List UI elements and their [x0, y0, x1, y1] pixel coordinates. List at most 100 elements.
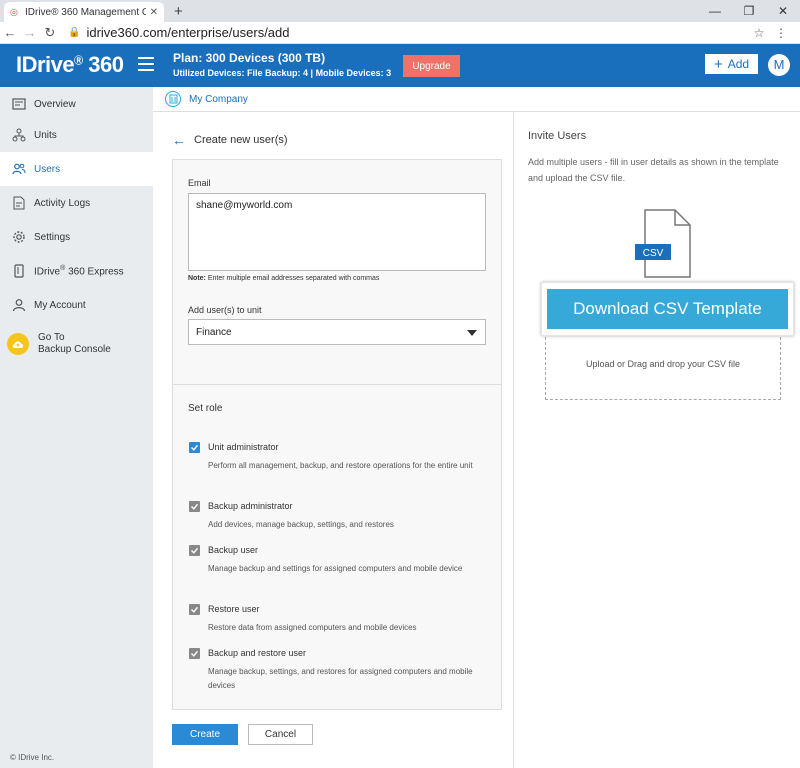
- role-description: Restore data from assigned computers and…: [208, 623, 417, 632]
- utilized-devices: Utilized Devices: File Backup: 4 | Mobil…: [173, 68, 392, 78]
- menu-dots-icon[interactable]: ⋮: [770, 26, 792, 40]
- csv-dropzone[interactable]: Upload or Drag and drop your CSV file: [545, 327, 781, 400]
- unit-select[interactable]: Finance: [188, 319, 486, 345]
- close-tab-icon[interactable]: ✕: [150, 7, 158, 18]
- csv-label: CSV: [643, 248, 664, 259]
- email-label: Email: [188, 178, 211, 188]
- url-field[interactable]: 🔒 idrive360.com/enterprise/users/add: [68, 25, 748, 40]
- goto-line2: Backup Console: [38, 344, 111, 355]
- upload-text: Upload or Drag and drop your CSV file: [585, 359, 741, 369]
- invite-users-description: Add multiple users - fill in user detail…: [528, 157, 779, 183]
- checkbox-checked-icon[interactable]: [189, 604, 200, 615]
- role-title: Backup user: [208, 545, 259, 555]
- breadcrumb: My Company: [153, 87, 800, 112]
- divider: [173, 384, 501, 385]
- reload-icon[interactable]: ↻: [40, 25, 60, 41]
- plus-icon: +: [713, 55, 723, 73]
- app-header: IDriveⓇ 360 Plan: 300 Devices (300 TB) U…: [0, 44, 800, 87]
- sidebar-item-label: Activity Logs: [34, 197, 91, 209]
- person-icon: [12, 298, 26, 312]
- role-description: Add devices, manage backup, settings, an…: [208, 520, 394, 529]
- new-tab-button[interactable]: +: [174, 3, 183, 20]
- breadcrumb-company[interactable]: My Company: [189, 94, 248, 105]
- sidebar-item-units[interactable]: Units: [0, 118, 153, 152]
- idrive-favicon-icon: ◎: [10, 7, 18, 17]
- page-title: Create new user(s): [194, 134, 288, 146]
- sidebar-item-my-account[interactable]: My Account: [0, 288, 153, 322]
- invite-users-panel: Invite Users Add multiple users - fill i…: [513, 112, 800, 768]
- add-button[interactable]: + Add: [705, 54, 758, 74]
- overview-icon: [12, 97, 26, 111]
- cancel-button[interactable]: Cancel: [248, 724, 313, 745]
- browser-tab-title: IDrive® 360 Management Conso: [25, 6, 146, 18]
- gear-icon: [12, 230, 26, 244]
- unit-select-value: Finance: [196, 326, 232, 338]
- logo-registered-mark: Ⓡ: [74, 55, 83, 66]
- maximize-icon[interactable]: ❐: [732, 0, 766, 22]
- sidebar-item-overview[interactable]: Overview: [0, 87, 153, 121]
- checkbox-checked-icon[interactable]: [189, 501, 200, 512]
- back-arrow-icon[interactable]: ←: [172, 132, 186, 148]
- sidebar-item-label: Users: [34, 163, 61, 175]
- users-icon: [12, 162, 26, 176]
- chevron-down-icon: [467, 330, 477, 336]
- page-title-row: ← Create new user(s): [172, 132, 288, 148]
- sidebar-item-express[interactable]: IDrive® 360 Express: [0, 254, 153, 288]
- back-nav-icon[interactable]: ←: [0, 25, 20, 40]
- hamburger-menu-icon[interactable]: [138, 57, 154, 71]
- sidebar-item-activity-logs[interactable]: Activity Logs: [0, 186, 153, 220]
- email-note: Note: Enter multiple email addresses sep…: [188, 275, 380, 282]
- address-bar: ← → ↻ 🔒 idrive360.com/enterprise/users/a…: [0, 22, 800, 44]
- express-icon: [12, 264, 26, 278]
- csv-file-icon: CSV: [635, 209, 691, 278]
- sidebar-item-label: My Account: [34, 299, 86, 311]
- activity-logs-icon: [12, 196, 26, 210]
- goto-line1: Go To: [38, 332, 65, 343]
- close-window-icon[interactable]: ✕: [766, 0, 800, 22]
- logo-suffix: 360: [88, 52, 124, 77]
- building-icon: [165, 91, 181, 107]
- window-controls: — ❐ ✕: [698, 0, 800, 22]
- browser-tab-bar: ◎ IDrive® 360 Management Conso ✕ + — ❐ ✕: [0, 0, 800, 22]
- sidebar-item-label: Overview: [34, 98, 76, 110]
- email-field[interactable]: shane@myworld.com: [188, 193, 486, 271]
- add-button-label: Add: [727, 57, 750, 71]
- units-icon: [12, 128, 26, 142]
- lock-icon: 🔒: [68, 27, 81, 38]
- create-button[interactable]: Create: [172, 724, 238, 745]
- copyright: © IDrive Inc.: [10, 753, 55, 762]
- cloud-upload-icon: [7, 333, 29, 355]
- sidebar-item-label: Units: [34, 129, 57, 141]
- sidebar-item-users[interactable]: Users: [0, 152, 153, 186]
- create-user-form: Email shane@myworld.com Note: Enter mult…: [172, 159, 502, 710]
- role-description: Manage backup and settings for assigned …: [208, 564, 463, 573]
- role-description: Perform all management, backup, and rest…: [208, 461, 473, 470]
- download-csv-template-button[interactable]: Download CSV Template: [547, 289, 788, 329]
- role-title: Unit administrator: [208, 442, 279, 452]
- role-title: Backup administrator: [208, 501, 293, 511]
- plan-info: Plan: 300 Devices (300 TB): [173, 51, 326, 65]
- forward-nav-icon[interactable]: →: [20, 25, 40, 40]
- sidebar: Overview Units Users Activity Logs Setti…: [0, 87, 153, 768]
- go-to-backup-console[interactable]: Go To Backup Console: [7, 332, 111, 356]
- unit-label: Add user(s) to unit: [188, 305, 262, 315]
- minimize-icon[interactable]: —: [698, 0, 732, 22]
- download-csv-highlight: Download CSV Template: [541, 282, 794, 336]
- star-icon[interactable]: ☆: [748, 26, 770, 40]
- invite-users-title: Invite Users: [528, 130, 587, 142]
- checkbox-checked-icon[interactable]: [189, 442, 200, 453]
- avatar[interactable]: M: [768, 54, 790, 76]
- role-title: Backup and restore user: [208, 648, 307, 658]
- logo-text: IDrive: [16, 52, 75, 77]
- checkbox-checked-icon[interactable]: [189, 648, 200, 659]
- checkbox-checked-icon[interactable]: [189, 545, 200, 556]
- browser-tab[interactable]: ◎ IDrive® 360 Management Conso ✕: [4, 2, 164, 22]
- sidebar-item-label: Settings: [34, 231, 71, 243]
- role-description: Manage backup, settings, and restores fo…: [208, 667, 473, 690]
- idrive-360-logo[interactable]: IDriveⓇ 360: [16, 52, 124, 78]
- sidebar-item-label: IDrive® 360 Express: [34, 264, 124, 278]
- url-text: idrive360.com/enterprise/users/add: [86, 25, 290, 40]
- role-title: Restore user: [208, 604, 260, 614]
- upgrade-button[interactable]: Upgrade: [403, 55, 460, 77]
- sidebar-item-settings[interactable]: Settings: [0, 220, 153, 254]
